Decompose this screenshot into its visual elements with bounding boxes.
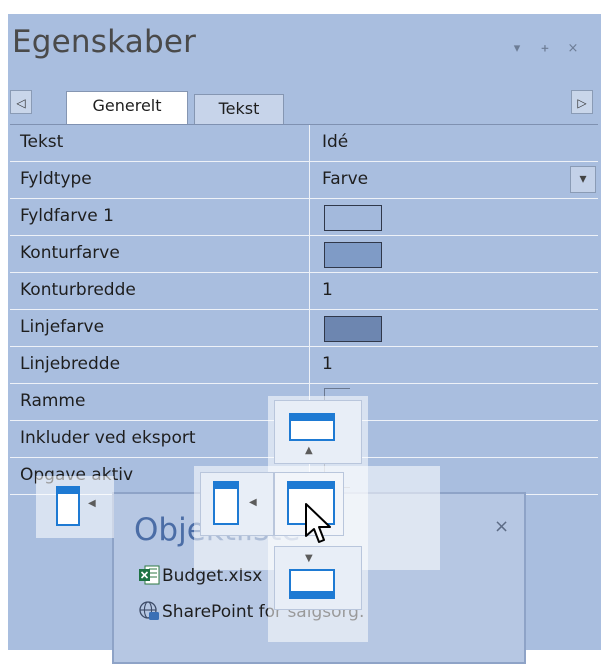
- property-name: Konturfarve: [10, 236, 310, 272]
- property-row-fyldfarve-1[interactable]: Fyldfarve 1: [10, 199, 598, 236]
- dock-target-top[interactable]: ▲: [274, 400, 362, 464]
- panel-menu-dropdown-icon[interactable]: ▾: [508, 40, 526, 58]
- property-value-cell: [310, 310, 598, 346]
- excel-icon: [139, 565, 160, 585]
- dock-left-icon: [56, 486, 80, 526]
- fyldtype-select[interactable]: Farve ▾: [310, 162, 598, 198]
- dock-target-bottom[interactable]: ▼: [274, 546, 362, 610]
- property-row-fyldtype[interactable]: Fyldtype Farve ▾: [10, 162, 598, 199]
- property-name: Tekst: [10, 125, 310, 161]
- panel-title: Egenskaber: [12, 24, 197, 60]
- property-row-linjebredde[interactable]: Linjebredde 1: [10, 347, 598, 384]
- color-swatch[interactable]: [324, 316, 382, 342]
- color-swatch[interactable]: [324, 242, 382, 268]
- property-name: Fyldtype: [10, 162, 310, 198]
- property-value[interactable]: 1: [310, 347, 598, 383]
- pin-icon[interactable]: ᚐ: [536, 40, 554, 58]
- property-name: Fyldfarve 1: [10, 199, 310, 235]
- dock-target-left[interactable]: ◀: [200, 472, 274, 536]
- property-value-cell: [310, 199, 598, 235]
- dock-top-icon: [289, 413, 335, 441]
- property-row-tekst[interactable]: Tekst Idé: [10, 125, 598, 162]
- tab-scroll-left-icon[interactable]: ◁: [10, 90, 32, 114]
- panel-title-bar[interactable]: Egenskaber ▾ ᚐ ×: [8, 14, 601, 78]
- property-row-konturfarve[interactable]: Konturfarve: [10, 236, 598, 273]
- property-value[interactable]: Idé: [310, 125, 598, 161]
- property-name: Linjefarve: [10, 310, 310, 346]
- tab-strip: ◁ Generelt Tekst ▷: [10, 86, 598, 124]
- mouse-cursor-icon: [305, 503, 331, 543]
- dock-bottom-icon: [289, 569, 335, 599]
- tab-generelt[interactable]: Generelt: [66, 91, 188, 124]
- chevron-down-icon[interactable]: ▾: [570, 166, 596, 193]
- property-row-konturbredde[interactable]: Konturbredde 1: [10, 273, 598, 310]
- arrow-up-icon: ▲: [305, 445, 313, 456]
- dock-left-inner-icon: [213, 481, 239, 525]
- close-icon[interactable]: ×: [564, 40, 582, 58]
- arrow-left-icon: ◀: [249, 497, 257, 508]
- property-value: Farve: [322, 169, 369, 189]
- tab-tekst[interactable]: Tekst: [194, 94, 284, 124]
- sharepoint-globe-icon: [139, 601, 159, 620]
- property-value-cell: [310, 236, 598, 272]
- color-swatch[interactable]: [324, 205, 382, 231]
- arrow-down-icon: ▼: [305, 553, 313, 564]
- dock-target-left-outer[interactable]: ◀: [36, 476, 114, 538]
- tab-scroll-right-icon[interactable]: ▷: [571, 90, 593, 114]
- close-icon[interactable]: ×: [494, 516, 509, 537]
- docking-guide: ▲ ◀ ▼: [194, 396, 440, 642]
- arrow-left-icon: ◀: [88, 498, 96, 509]
- property-name: Konturbredde: [10, 273, 310, 309]
- property-row-linjefarve[interactable]: Linjefarve: [10, 310, 598, 347]
- property-name: Linjebredde: [10, 347, 310, 383]
- property-value[interactable]: 1: [310, 273, 598, 309]
